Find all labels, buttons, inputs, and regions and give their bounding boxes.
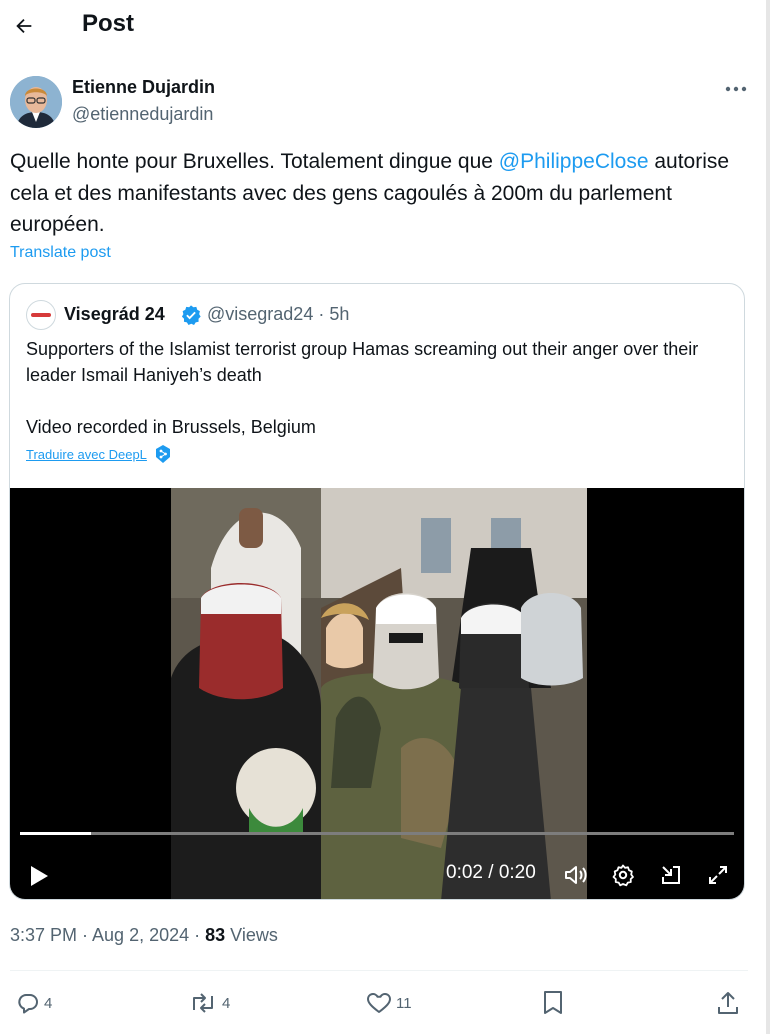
post-timestamp[interactable]: 3:37 PM · Aug 2, 2024 · <box>10 925 205 945</box>
quoted-text-line: Video recorded in Brussels, Belgium <box>26 417 316 437</box>
more-icon <box>725 86 747 92</box>
reply-icon <box>18 994 38 1014</box>
quoted-handle-time[interactable]: @visegrad24 · 5h <box>207 304 349 325</box>
video-player[interactable]: 0:02 / 0:20 <box>10 488 744 899</box>
back-button[interactable] <box>8 8 40 44</box>
deepl-link-label: Traduire avec DeepL <box>26 446 147 462</box>
heart-icon <box>366 993 392 1013</box>
share-icon <box>718 992 738 1014</box>
translate-post-link[interactable]: Translate post <box>10 244 111 262</box>
deepl-translate-link[interactable]: Traduire avec DeepL <box>26 445 171 463</box>
tweet-text-part: Quelle honte pour Bruxelles. Totalement … <box>10 150 499 173</box>
bookmark-button[interactable] <box>542 985 564 1021</box>
like-count: 11 <box>396 994 412 1012</box>
author-name[interactable]: Etienne Dujardin <box>72 77 215 98</box>
play-button[interactable] <box>24 861 54 891</box>
video-time: 0:02 / 0:20 <box>446 862 536 883</box>
views-label: Views <box>225 925 278 945</box>
page-title: Post <box>82 10 135 37</box>
volume-icon <box>565 866 587 884</box>
post-meta: 3:37 PM · Aug 2, 2024 · 83 Views <box>10 925 278 946</box>
action-bar: 4 4 11 <box>0 985 760 1021</box>
video-progress-bar[interactable] <box>20 832 734 835</box>
quoted-text-line: Supporters of the Islamist terrorist gro… <box>26 339 699 385</box>
reply-button[interactable]: 4 <box>16 985 52 1021</box>
arrow-left-icon <box>16 18 32 34</box>
video-frame <box>171 488 587 899</box>
fullscreen-icon <box>709 866 727 884</box>
mention-link[interactable]: @PhilippeClose <box>499 150 649 173</box>
quoted-avatar[interactable] <box>26 300 56 330</box>
verified-badge-icon <box>181 305 201 325</box>
share-button[interactable] <box>716 985 740 1021</box>
settings-button[interactable] <box>608 860 638 890</box>
docking-button[interactable] <box>656 860 686 890</box>
video-progress-fill <box>20 832 92 835</box>
top-bar: Post <box>0 0 760 52</box>
like-button[interactable]: 11 <box>366 985 412 1021</box>
gear-icon <box>612 864 634 887</box>
reply-count: 4 <box>44 994 53 1012</box>
bookmark-icon <box>544 991 562 1014</box>
deepl-icon <box>155 445 170 463</box>
quoted-author-name[interactable]: Visegrád 24 <box>64 304 165 325</box>
views-count: 83 <box>205 925 226 945</box>
author-avatar[interactable] <box>10 76 62 128</box>
fullscreen-button[interactable] <box>703 860 733 890</box>
tweet-text: Quelle honte pour Bruxelles. Totalement … <box>10 146 750 241</box>
repost-count: 4 <box>222 994 231 1012</box>
play-icon <box>31 866 48 886</box>
scrollbar[interactable] <box>766 0 770 1034</box>
dock-icon <box>662 866 680 884</box>
quoted-text: Supporters of the Islamist terrorist gro… <box>26 336 726 440</box>
repost-icon <box>193 993 213 1013</box>
quoted-post[interactable]: Visegrád 24 @visegrad24 · 5h Supporters … <box>9 283 745 900</box>
repost-button[interactable]: 4 <box>188 985 230 1021</box>
divider <box>10 970 748 971</box>
more-options-button[interactable] <box>720 78 752 100</box>
author-handle[interactable]: @etiennedujardin <box>72 104 213 125</box>
volume-button[interactable] <box>561 860 591 890</box>
